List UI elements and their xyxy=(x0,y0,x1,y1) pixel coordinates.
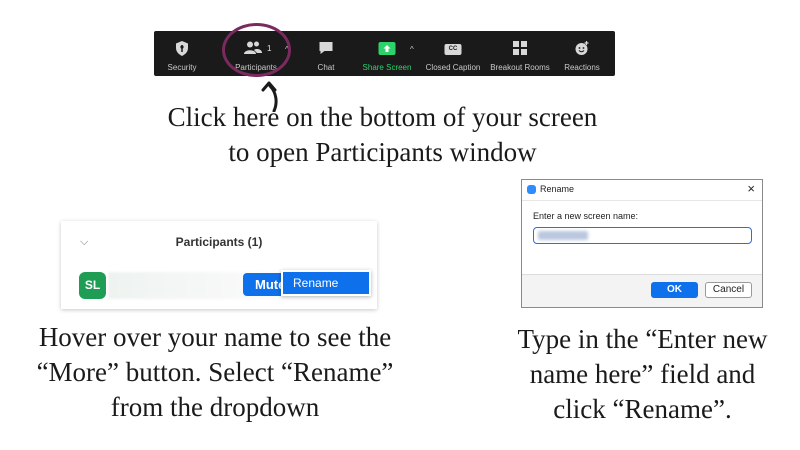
chat-icon xyxy=(319,41,334,57)
closed-caption-icon: CC xyxy=(444,43,462,55)
share-screen-label: Share Screen xyxy=(362,63,412,72)
right-instruction: Type in the “Enter new name here” field … xyxy=(490,322,795,427)
rename-dialog-title: Rename xyxy=(540,184,575,194)
rename-dialog-body: Enter a new screen name: xyxy=(522,200,762,277)
close-icon[interactable]: × xyxy=(747,181,755,196)
more-dropdown: Rename xyxy=(281,270,371,296)
zoom-app-icon xyxy=(527,185,536,194)
share-caret-icon[interactable]: ^ xyxy=(410,45,414,54)
reactions-label: Reactions xyxy=(564,63,600,72)
left-instruction-line-3: from the dropdown xyxy=(110,392,320,422)
closed-caption-label: Closed Caption xyxy=(425,63,481,72)
screen-name-input[interactable] xyxy=(533,227,752,244)
left-instruction: Hover over your name to see the “More” b… xyxy=(10,320,420,425)
chat-button[interactable]: Chat xyxy=(304,31,348,76)
chat-label: Chat xyxy=(317,63,335,72)
share-screen-icon xyxy=(378,42,396,57)
right-instruction-line-2: name here” field and xyxy=(529,359,756,389)
top-instruction-line-2: to open Participants window xyxy=(228,137,537,167)
share-screen-button[interactable]: Share Screen xyxy=(358,31,416,76)
security-label: Security xyxy=(167,63,197,72)
rename-dialog: Rename × Enter a new screen name: OK Can… xyxy=(521,179,763,308)
reactions-button[interactable]: Reactions xyxy=(559,31,605,76)
security-button[interactable]: Security xyxy=(160,31,204,76)
left-instruction-line-1: Hover over your name to see the xyxy=(38,322,392,352)
cc-text: CC xyxy=(444,44,462,55)
left-instruction-line-2: “More” button. Select “Rename” xyxy=(36,357,394,387)
breakout-rooms-button[interactable]: Breakout Rooms xyxy=(488,31,552,76)
rename-dialog-footer: OK Cancel xyxy=(522,274,762,307)
rename-prompt-label: Enter a new screen name: xyxy=(533,211,639,221)
participants-panel: ⌵ Participants (1) SL Mute Rename xyxy=(61,221,377,309)
right-instruction-line-1: Type in the “Enter new xyxy=(517,324,768,354)
reactions-icon xyxy=(575,41,590,58)
ok-button[interactable]: OK xyxy=(651,282,698,298)
breakout-rooms-label: Breakout Rooms xyxy=(490,63,550,72)
top-instruction: Click here on the bottom of your screen … xyxy=(110,100,655,170)
participants-panel-title: Participants (1) xyxy=(175,235,263,249)
rename-menu-item[interactable]: Rename xyxy=(283,272,369,294)
avatar: SL xyxy=(79,272,106,299)
top-instruction-line-1: Click here on the bottom of your screen xyxy=(167,102,598,132)
screen-name-blurred-value xyxy=(538,231,588,240)
shield-icon xyxy=(175,41,189,58)
closed-caption-button[interactable]: CC Closed Caption xyxy=(422,31,484,76)
cancel-button[interactable]: Cancel xyxy=(705,282,752,298)
breakout-rooms-icon xyxy=(513,41,527,57)
highlight-circle xyxy=(222,23,291,77)
right-instruction-line-3: click “Rename”. xyxy=(553,394,732,424)
